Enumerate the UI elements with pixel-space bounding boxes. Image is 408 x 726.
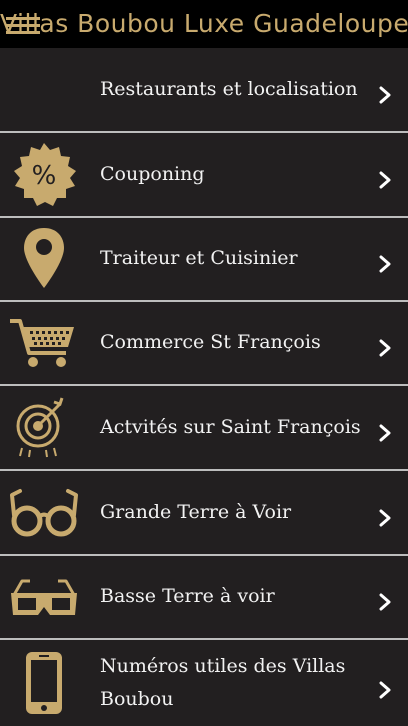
glasses-icon xyxy=(8,481,80,545)
target-icon xyxy=(8,396,80,460)
percent-badge-icon: % xyxy=(8,143,80,207)
menu-item-label: Basse Terre à voir xyxy=(100,585,275,607)
menu-item-label: Couponing xyxy=(100,163,205,185)
menu-item-basse-terre[interactable]: Basse Terre à voir xyxy=(0,556,408,638)
menu-item-grande-terre[interactable]: Grande Terre à Voir xyxy=(0,471,408,554)
menu-item-activites[interactable]: Actvités sur Saint François xyxy=(0,386,408,469)
svg-text:%: % xyxy=(32,161,57,191)
menu-item-label: Numéros utiles des Villas Boubou xyxy=(100,655,346,710)
chevron-right-icon xyxy=(378,254,392,274)
menu-item-label: Grande Terre à Voir xyxy=(100,501,292,523)
chevron-right-icon xyxy=(378,338,392,358)
chevron-right-icon xyxy=(378,592,392,612)
chevron-right-icon xyxy=(378,170,392,190)
menu-item-label: Commerce St François xyxy=(100,331,321,353)
smartphone-icon xyxy=(8,650,80,716)
menu-item-label: Traiteur et Cuisinier xyxy=(100,247,298,269)
shopping-cart-icon xyxy=(8,311,80,375)
app-title: Villas Boubou Luxe Guadeloupe xyxy=(0,9,408,38)
menu-item-restaurants[interactable]: Restaurants et localisation xyxy=(0,48,408,131)
hamburger-icon[interactable] xyxy=(6,15,42,37)
chevron-right-icon xyxy=(378,423,392,443)
menu-item-traiteur[interactable]: Traiteur et Cuisinier xyxy=(0,218,408,300)
chevron-right-icon xyxy=(378,508,392,528)
app-screen: Villas Boubou Luxe Guadeloupe Restaurant… xyxy=(0,0,408,726)
map-pin-icon xyxy=(8,226,80,290)
menu-item-commerce[interactable]: Commerce St François xyxy=(0,302,408,384)
menu-item-couponing[interactable]: % Couponing xyxy=(0,133,408,216)
menu-item-label: Actvités sur Saint François xyxy=(100,416,361,438)
app-header: Villas Boubou Luxe Guadeloupe xyxy=(0,0,408,48)
chevron-right-icon xyxy=(378,85,392,105)
menu-item-label: Restaurants et localisation xyxy=(100,78,358,100)
menu-item-numeros-utiles[interactable]: Numéros utiles des Villas Boubou xyxy=(0,640,408,726)
chevron-right-icon xyxy=(378,680,392,700)
3d-glasses-icon xyxy=(8,565,80,629)
